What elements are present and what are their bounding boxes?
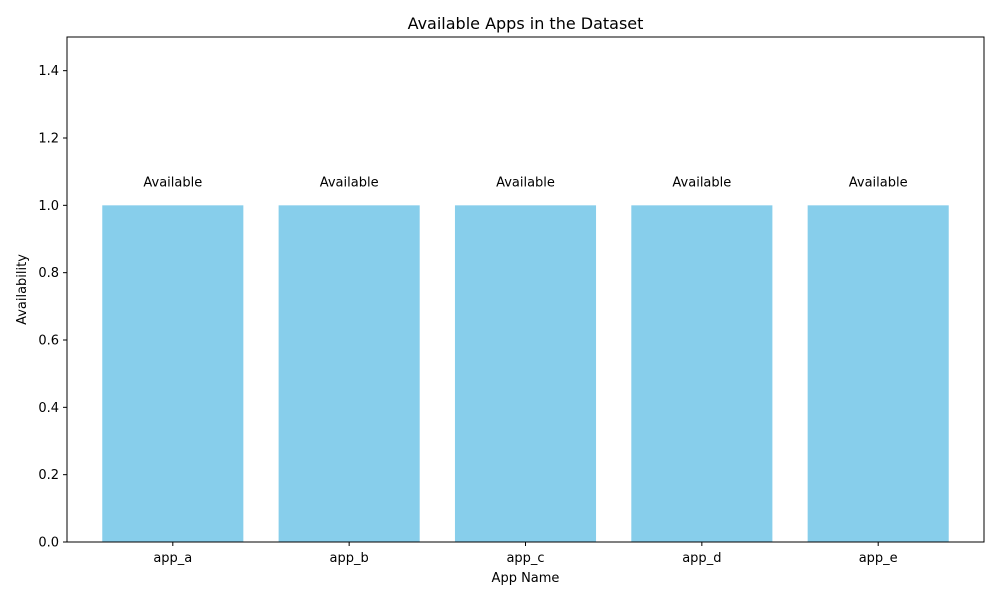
y-tick-label: 0.2 [38, 468, 59, 483]
bar-app_e [807, 205, 949, 543]
x-tick-label: app_e [859, 551, 898, 566]
y-tick-label: 0.4 [38, 401, 59, 416]
x-tick-label: app_b [330, 551, 369, 566]
bar-data-label: Available [320, 176, 379, 191]
x-tick-label: app_c [506, 551, 544, 566]
y-tick-label: 0.6 [38, 334, 59, 349]
x-axis-label: App Name [492, 571, 560, 586]
bar-app_b [278, 205, 420, 543]
x-tick-label: app_d [682, 551, 721, 566]
bar-app_a [102, 205, 244, 543]
y-tick-label: 0.8 [38, 266, 59, 281]
bar-app_d [631, 205, 773, 543]
y-tick-label: 1.2 [38, 132, 59, 147]
bar-chart: Available Apps in the Dataset Available A… [0, 0, 1000, 600]
y-tick-label: 1.4 [38, 64, 59, 79]
x-tick-label: app_a [153, 551, 192, 566]
bar-app_c [454, 205, 597, 543]
y-tick-label: 0.0 [38, 536, 59, 551]
y-axis-label: Availability [15, 254, 30, 325]
bar-data-label: Available [143, 176, 202, 191]
bar-data-label: Available [849, 176, 908, 191]
bar-data-label: Available [672, 176, 731, 191]
y-tick-label: 1.0 [38, 199, 59, 214]
bar-data-label: Available [496, 176, 555, 191]
bars-group [102, 205, 949, 543]
chart-title: Available Apps in the Dataset [408, 14, 644, 33]
